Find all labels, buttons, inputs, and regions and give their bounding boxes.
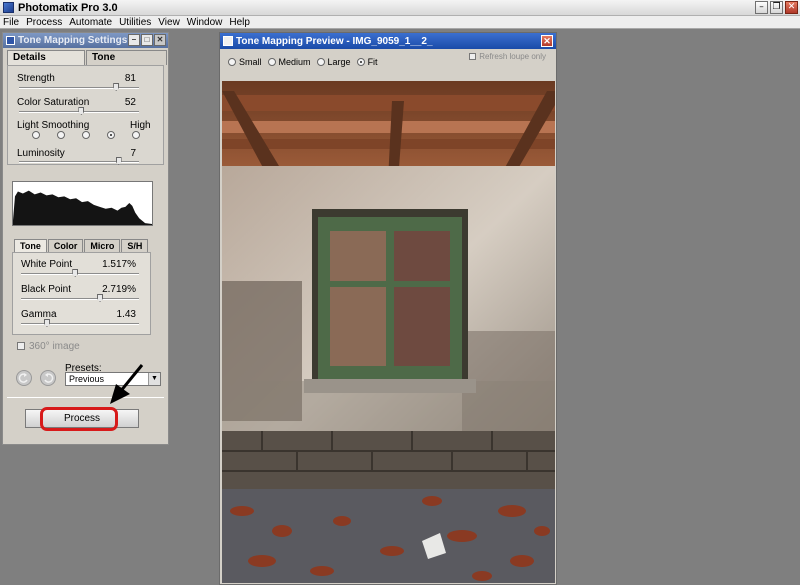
preview-image[interactable] (222, 81, 555, 583)
palette-titlebar[interactable]: Tone Mapping Settings – □ ✕ (3, 33, 168, 48)
preview-window-icon (223, 36, 233, 46)
white-point-value: 1.517% (102, 259, 136, 270)
white-point-slider[interactable] (21, 269, 139, 277)
tab-tone-compressor[interactable]: Tone Compressor (86, 50, 167, 77)
gamma-slider[interactable] (21, 319, 139, 327)
refresh-loupe-option[interactable]: Refresh loupe only (469, 52, 546, 61)
white-point-label: White Point (21, 259, 73, 270)
menu-bar: File Process Automate Utilities View Win… (0, 16, 800, 29)
light-smoothing-high-label: High (130, 120, 151, 131)
undo-settings-button[interactable] (16, 370, 32, 386)
color-saturation-value: 52 (124, 97, 136, 108)
maximize-button[interactable]: ❐ (770, 1, 783, 14)
zoom-small-option[interactable]: Small (228, 57, 262, 67)
zoom-small-label: Small (239, 57, 262, 67)
minimize-button[interactable]: – (755, 1, 768, 14)
app-titlebar: Photomatix Pro 3.0 – ❐ ✕ (0, 0, 800, 16)
menu-utilities[interactable]: Utilities (119, 17, 151, 28)
light-smoothing-option-1[interactable] (32, 131, 40, 139)
zoom-large-option[interactable]: Large (316, 57, 351, 67)
zoom-fit-label: Fit (367, 57, 378, 67)
zoom-medium-radio[interactable] (267, 58, 276, 66)
app-title: Photomatix Pro 3.0 (18, 1, 118, 14)
annotation-arrow-icon (110, 364, 144, 404)
photomatix-logo-icon (3, 2, 14, 13)
luminosity-value: 7 (130, 148, 136, 159)
strength-slider[interactable] (19, 83, 139, 91)
zoom-large-label: Large (327, 57, 351, 67)
redo-icon (44, 373, 54, 383)
luminosity-slider[interactable] (19, 157, 139, 165)
zoom-large-radio[interactable] (316, 58, 325, 66)
zoom-fit-radio[interactable] (356, 58, 365, 66)
color-saturation-slider[interactable] (19, 107, 139, 115)
gamma-label: Gamma (21, 309, 57, 320)
preview-titlebar[interactable]: Tone Mapping Preview - IMG_9059_1__2_ ✕ (220, 33, 556, 49)
strength-label: Strength (17, 73, 55, 84)
tone-mapping-preview-window: Tone Mapping Preview - IMG_9059_1__2_ ✕ … (219, 32, 557, 585)
tab-sh[interactable]: S/H (121, 239, 149, 252)
light-smoothing-label: Light Smoothing (17, 120, 90, 131)
settings-sub-tabs: Tone Color Micro S/H (14, 239, 149, 252)
360-image-label: 360° image (29, 341, 80, 352)
menu-file[interactable]: File (3, 17, 19, 28)
tab-tone[interactable]: Tone (14, 239, 47, 252)
360-image-checkbox[interactable] (17, 342, 25, 350)
black-point-value: 2.719% (102, 284, 136, 295)
menu-view[interactable]: View (158, 17, 180, 28)
color-saturation-label: Color Saturation (17, 97, 90, 108)
palette-minimize-button[interactable]: – (128, 34, 140, 46)
refresh-loupe-checkbox[interactable] (469, 53, 477, 60)
zoom-fit-option[interactable]: Fit (356, 57, 378, 67)
palette-restore-button[interactable]: □ (141, 34, 153, 46)
preview-title: Tone Mapping Preview - IMG_9059_1__2_ (236, 35, 433, 47)
method-tabs: Details Enhancer Tone Compressor (7, 50, 168, 77)
zoom-medium-option[interactable]: Medium (267, 57, 311, 67)
histogram (12, 181, 153, 226)
light-smoothing-option-3[interactable] (82, 131, 90, 139)
palette-title: Tone Mapping Settings (18, 35, 128, 46)
preview-close-button[interactable]: ✕ (541, 35, 553, 47)
black-point-slider[interactable] (21, 294, 139, 302)
presets-value: Previous (69, 374, 105, 384)
window-controls: – ❐ ✕ (755, 1, 798, 14)
luminosity-label: Luminosity (17, 148, 65, 159)
light-smoothing-option-4[interactable] (107, 131, 115, 139)
light-smoothing-option-2[interactable] (57, 131, 65, 139)
redo-settings-button[interactable] (40, 370, 56, 386)
palette-close-button[interactable]: ✕ (154, 34, 166, 46)
tab-details-enhancer[interactable]: Details Enhancer (7, 50, 85, 77)
process-highlight-ring (40, 407, 118, 431)
undo-icon (18, 373, 28, 383)
palette-icon (6, 36, 15, 45)
chevron-down-icon: ▼ (148, 373, 160, 385)
menu-help[interactable]: Help (229, 17, 250, 28)
menu-automate[interactable]: Automate (69, 17, 112, 28)
tab-micro[interactable]: Micro (84, 239, 121, 252)
black-point-label: Black Point (21, 284, 72, 295)
histogram-curve (13, 190, 152, 225)
strength-value: 81 (124, 73, 136, 84)
zoom-small-radio[interactable] (228, 58, 236, 66)
gamma-value: 1.43 (116, 309, 136, 320)
light-smoothing-option-5[interactable] (132, 131, 140, 139)
refresh-loupe-label: Refresh loupe only (479, 52, 546, 61)
zoom-medium-label: Medium (278, 57, 311, 67)
close-button[interactable]: ✕ (785, 1, 798, 14)
menu-process[interactable]: Process (26, 17, 62, 28)
zoom-options: Small Medium Large Fit (228, 57, 384, 67)
tab-color[interactable]: Color (47, 239, 84, 252)
menu-window[interactable]: Window (187, 17, 223, 28)
